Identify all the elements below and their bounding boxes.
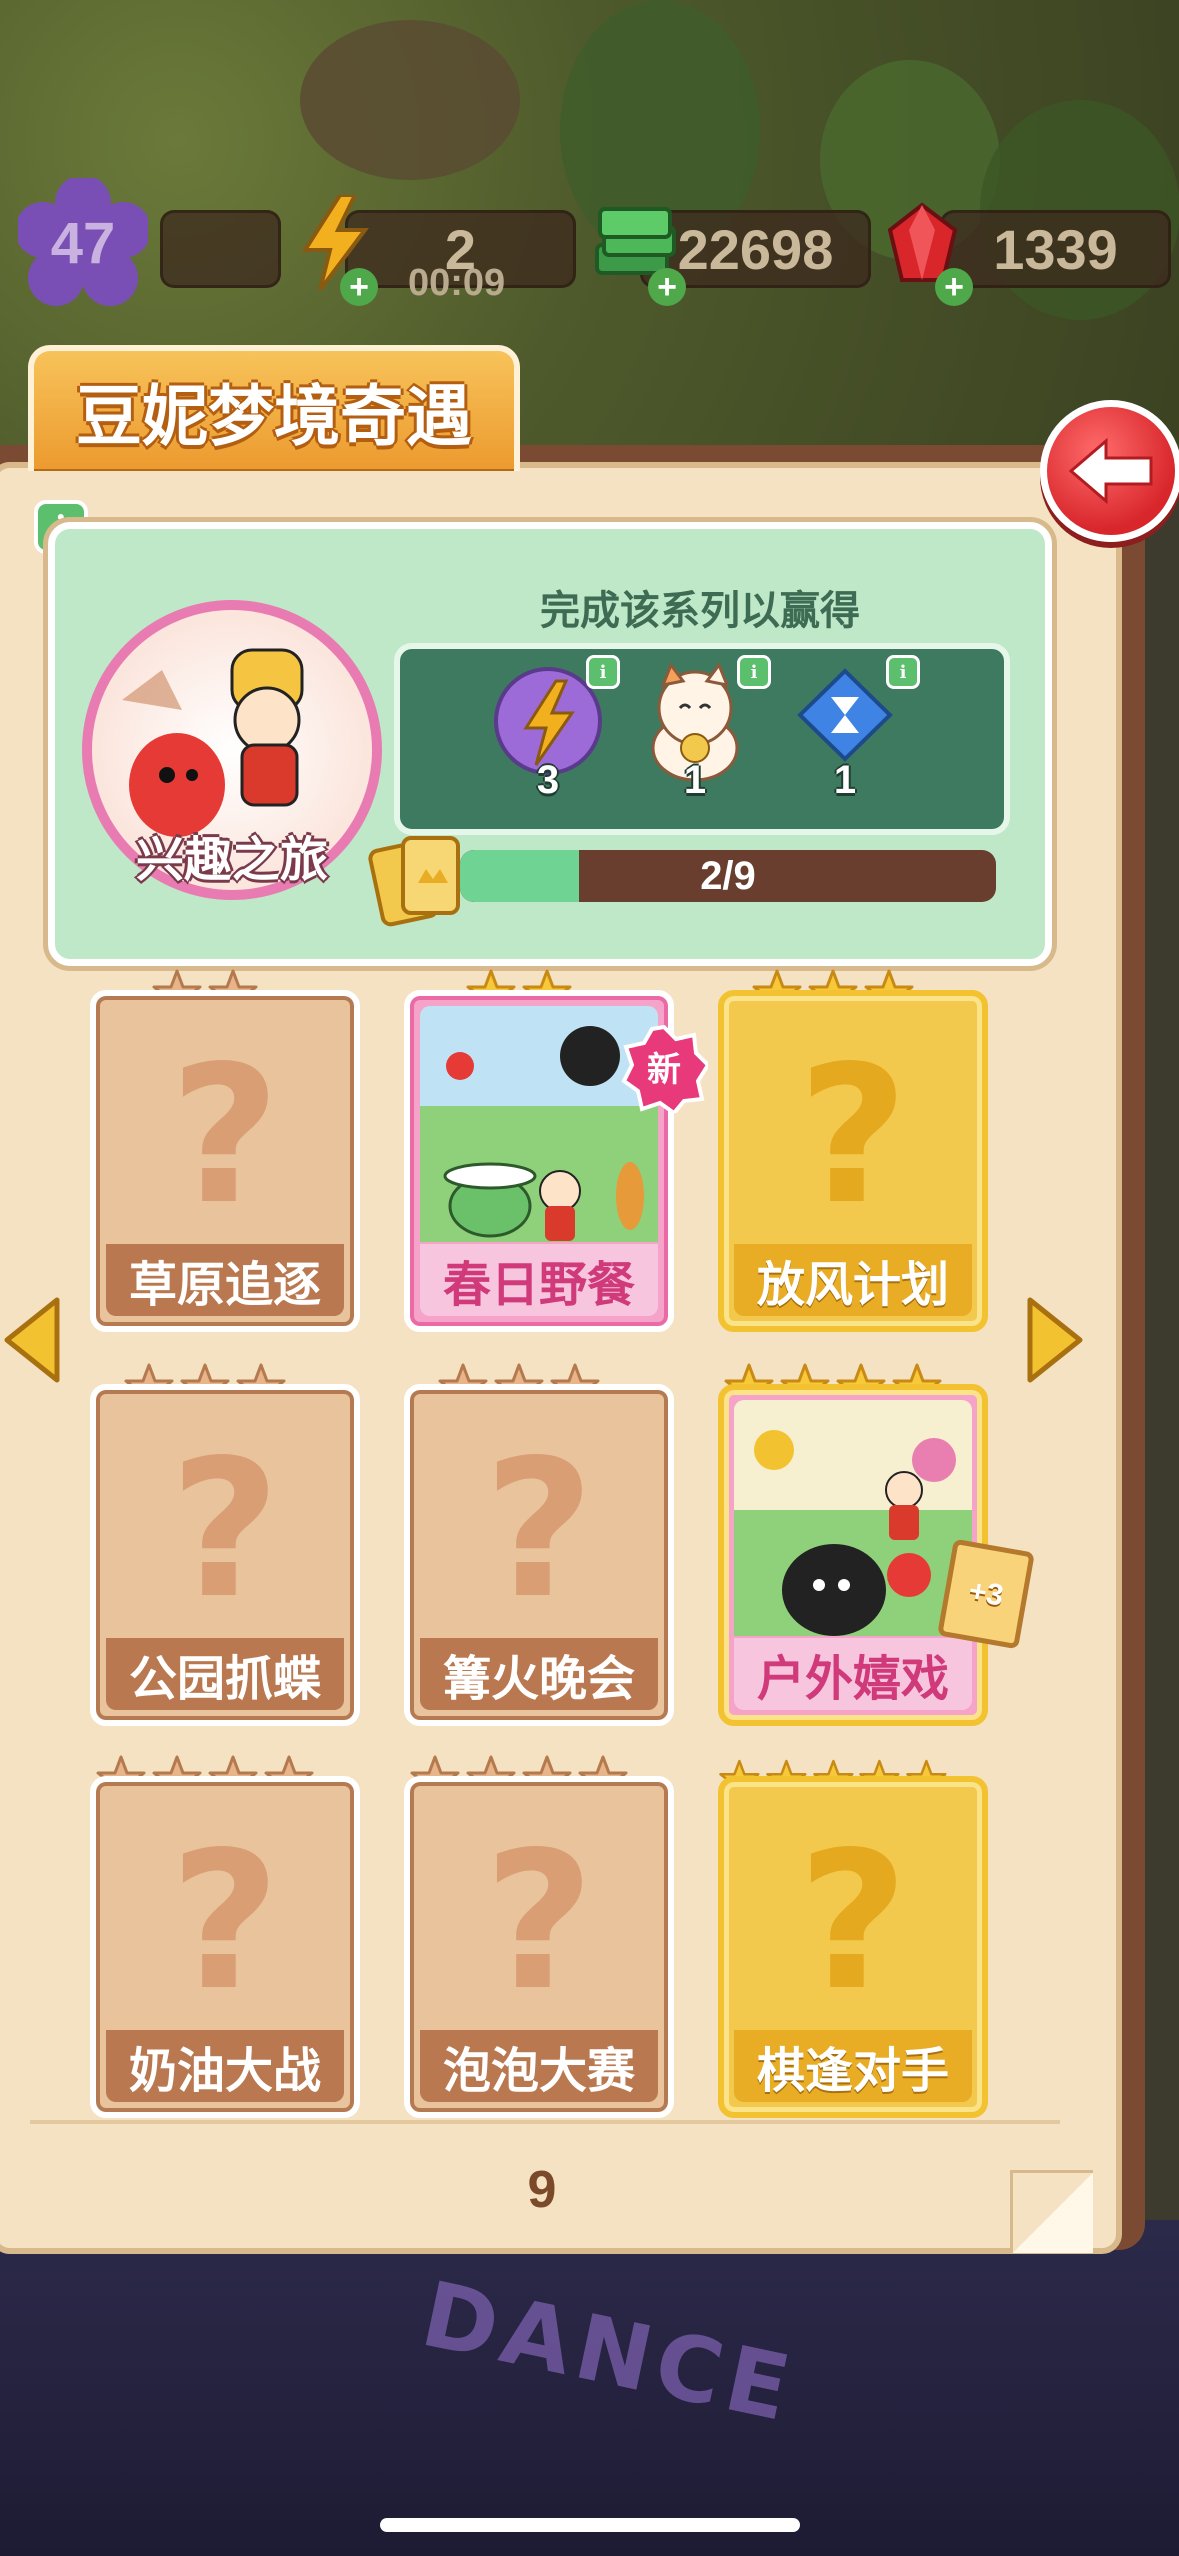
next-page-arrow-icon[interactable] (1025, 1295, 1085, 1385)
unknown-card-question-icon: ? (797, 1025, 909, 1246)
level-number: 47 (50, 210, 116, 276)
card-cream-battle[interactable]: ? 奶油大战 (90, 1776, 360, 2118)
card-label: 泡泡大赛 (420, 2030, 658, 2102)
card-bubble-contest[interactable]: ? 泡泡大赛 (404, 1776, 674, 2118)
back-button[interactable] (1040, 400, 1179, 542)
back-arrow-icon (1068, 437, 1153, 505)
album-title-tab: 豆妮梦境奇遇 (28, 345, 520, 471)
series-name: 兴趣之旅 (135, 832, 328, 888)
card-label: 春日野餐 (420, 1244, 658, 1316)
outdoor-play-card-art (734, 1400, 972, 1636)
reward-count: 3 (536, 758, 560, 802)
reward-count: 1 (683, 758, 707, 802)
reward-info-icon[interactable]: i (737, 655, 771, 689)
gem-value: 1339 (993, 217, 1118, 281)
unknown-card-question-icon: ? (169, 1025, 281, 1246)
series-progress-bar: 2/9 (460, 850, 996, 902)
cash-plus-icon[interactable]: + (648, 268, 686, 306)
unknown-card-question-icon: ? (169, 1419, 281, 1640)
page-number: 9 (492, 2145, 592, 2235)
card-label: 放风计划 (734, 1244, 972, 1316)
card-label: 奶油大战 (106, 2030, 344, 2102)
reward-count: 1 (833, 758, 857, 802)
unknown-card-question-icon: ? (797, 1811, 909, 2032)
reward-title: 完成该系列以赢得 (540, 588, 860, 634)
new-badge-icon: 新 (621, 1025, 708, 1113)
energy-plus-icon[interactable]: + (340, 268, 378, 306)
progress-text: 2/9 (700, 853, 756, 898)
card-label: 篝火晚会 (420, 1638, 658, 1710)
new-badge-text: 新 (647, 1050, 681, 1090)
energy-timer: 00:09 (408, 262, 506, 304)
reward-info-icon[interactable]: i (586, 655, 620, 689)
game-background-bottom: DANCE (0, 2220, 1179, 2556)
reward-info-icon[interactable]: i (886, 655, 920, 689)
gem-plus-icon[interactable]: + (935, 268, 973, 306)
cash-value: 22698 (677, 217, 834, 281)
card-label: 公园抓蝶 (106, 1638, 344, 1710)
home-indicator[interactable] (380, 2518, 800, 2532)
card-label: 棋逢对手 (734, 2030, 972, 2102)
card-stack-icon (368, 836, 460, 927)
card-kite-plan[interactable]: ? 放风计划 (718, 990, 988, 1332)
page-corner-fold[interactable] (1010, 2170, 1093, 2253)
card-outdoor-play[interactable]: 户外嬉戏 (718, 1384, 988, 1726)
card-park-butterfly[interactable]: ? 公园抓蝶 (90, 1384, 360, 1726)
level-badge[interactable]: 47 (18, 178, 148, 308)
page-divider (30, 2120, 1060, 2124)
card-chess-rival[interactable]: ? 棋逢对手 (718, 1776, 988, 2118)
card-grassland-chase[interactable]: ? 草原追逐 (90, 990, 360, 1332)
card-label: 草原追逐 (106, 1244, 344, 1316)
previous-page-arrow-icon[interactable] (2, 1295, 62, 1385)
unknown-card-question-icon: ? (483, 1811, 595, 2032)
unknown-card-question-icon: ? (169, 1811, 281, 2032)
dance-sign: DANCE (413, 2261, 805, 2444)
album-title: 豆妮梦境奇遇 (76, 378, 472, 455)
card-label: 户外嬉戏 (734, 1638, 972, 1710)
card-bonfire-party[interactable]: ? 篝火晚会 (404, 1384, 674, 1726)
unknown-card-question-icon: ? (483, 1419, 595, 1640)
gem-counter[interactable]: 1339 (940, 210, 1171, 288)
duplicate-count-badge: +3 (937, 1538, 1035, 1650)
xp-bar (160, 210, 281, 288)
